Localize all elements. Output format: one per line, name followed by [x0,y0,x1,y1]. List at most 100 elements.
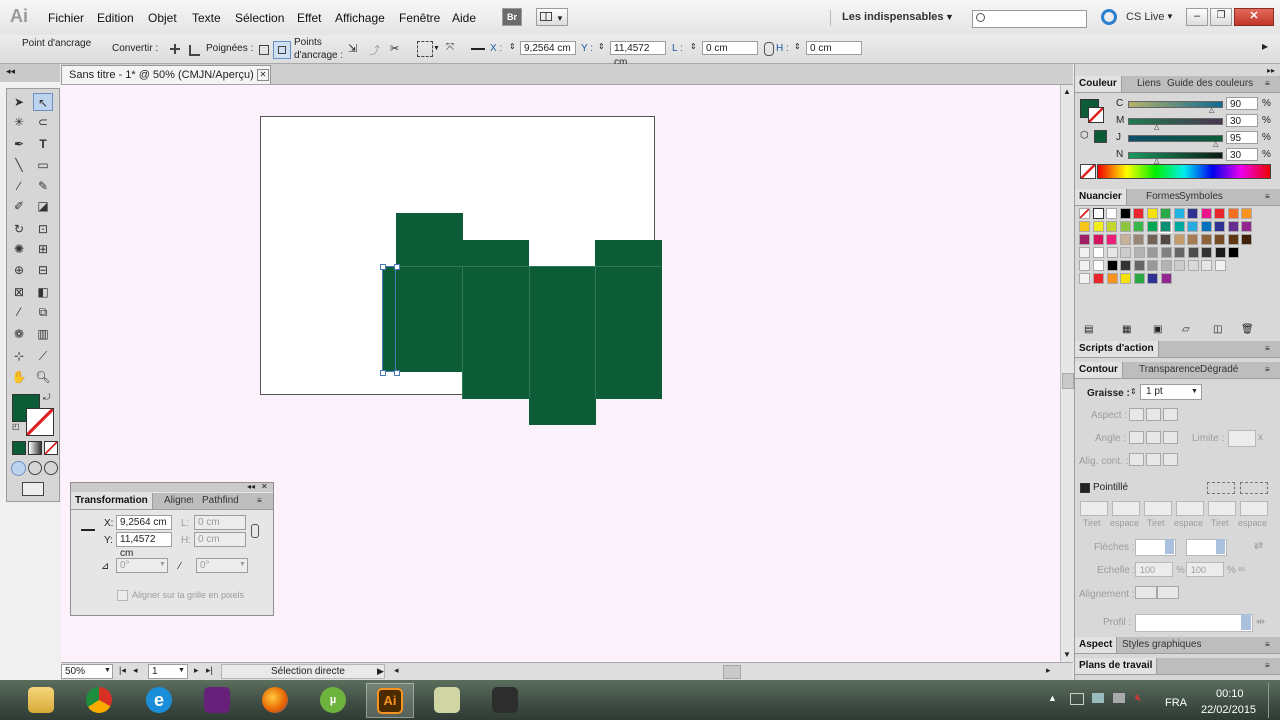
anchor-point[interactable] [380,264,386,270]
join-bevel-icon[interactable] [1163,431,1178,444]
scroll-up-icon[interactable]: ▲ [1063,87,1071,96]
swatch[interactable] [1227,208,1239,219]
line-tool-icon[interactable]: ╲ [9,156,29,174]
x-input[interactable]: 9,2564 cm [520,41,576,55]
bridge-button[interactable]: Br [502,8,522,26]
dash-preserve-icon[interactable] [1207,482,1235,494]
workspace-switcher[interactable]: Les indispensables [842,11,943,23]
width-input[interactable]: 0 cm [702,41,758,55]
clock-date[interactable]: 22/02/2015 [1201,704,1256,716]
slider-handle-icon[interactable]: △ [1209,106,1214,114]
align-outside-icon[interactable] [1163,453,1178,466]
swatch[interactable] [1133,221,1144,232]
swatch[interactable] [1201,260,1212,271]
swatch[interactable] [1241,221,1252,232]
chevron-down-icon[interactable]: ▼ [945,12,954,22]
arrange-documents-button[interactable]: ▼ [536,8,568,26]
swatch[interactable] [1119,208,1131,219]
menu-texte[interactable]: Texte [192,11,221,25]
tab-transformation[interactable]: Transformation [71,493,153,509]
next-artboard-icon[interactable]: ▸ [194,665,199,676]
align-inside-icon[interactable] [1146,453,1161,466]
swatch[interactable] [1160,273,1172,284]
document-tab[interactable]: Sans titre - 1* @ 50% (CMJN/Aperçu) ✕ [61,65,271,84]
slider-handle-icon[interactable]: △ [1213,140,1218,148]
default-colors-icon[interactable]: ◰ [12,422,20,431]
swatch[interactable] [1241,234,1252,245]
column-graph-tool-icon[interactable]: ▥ [33,325,53,343]
swatch[interactable] [1147,273,1158,284]
panel-menu-icon[interactable]: ≡ [1265,79,1270,88]
swatch-kinds-icon[interactable]: ▦ [1122,324,1131,335]
tab-nuancier[interactable]: Nuancier [1075,189,1127,205]
swap-arrows-icon[interactable]: ⇄ [1254,539,1263,552]
taskbar-app-visual-studio[interactable] [194,683,242,718]
link-proportions-icon[interactable] [251,524,259,538]
weight-stepper[interactable]: ⇕ [1130,387,1137,396]
chevron-down-icon[interactable] [1165,539,1174,554]
gap-3-input[interactable] [1240,501,1268,516]
panel-menu-icon[interactable]: ▸ [1262,39,1268,53]
hand-tool-icon[interactable]: ✋ [9,368,29,386]
cap-square-icon[interactable] [1163,408,1178,421]
hide-handles-icon[interactable] [273,41,291,59]
swatch[interactable] [1214,208,1225,219]
draw-behind-icon[interactable] [28,461,42,475]
swatch-group-icon[interactable] [1079,273,1090,284]
reference-point-icon[interactable] [471,48,485,50]
align-selection-icon[interactable]: ⤧ [446,42,460,56]
swatch[interactable] [1119,221,1131,232]
swatch[interactable] [1173,221,1185,232]
eraser-tool-icon[interactable]: ◪ [33,197,53,215]
collapse-icon[interactable]: ◂◂ [6,66,15,77]
anchor-point[interactable] [380,370,386,376]
cap-round-icon[interactable] [1146,408,1161,421]
type-tool-icon[interactable]: T [33,135,53,153]
arrow-tip-extend-icon[interactable] [1135,586,1157,599]
swatch[interactable] [1106,208,1117,219]
swatch[interactable] [1227,221,1239,232]
eyedropper-tool-icon[interactable]: ⁄ [9,303,29,321]
link-scale-icon[interactable]: ∞ [1238,564,1245,575]
cs-live-menu[interactable]: CS Live [1126,11,1165,23]
minimize-button[interactable]: – [1186,8,1208,26]
shape-builder-tool-icon[interactable]: ⊕ [9,261,29,279]
swatch[interactable] [1187,260,1199,271]
anchor-point[interactable] [394,370,400,376]
x-stepper[interactable]: ⇕ [509,42,516,51]
swap-colors-icon[interactable]: ⤾ [43,392,51,403]
swatch[interactable] [1092,208,1104,219]
perspective-grid-tool-icon[interactable]: ⊟ [33,261,53,279]
gradient-mode-icon[interactable] [28,441,42,455]
collapse-icon[interactable]: ◂◂ [247,482,255,491]
swatch[interactable] [1200,221,1212,232]
taskbar-app-ie[interactable]: e [136,683,184,718]
black-slider[interactable] [1128,152,1223,159]
rotate-tool-icon[interactable]: ↻ [9,220,29,238]
pixel-grid-checkbox[interactable] [117,590,128,601]
swatch[interactable] [1106,221,1117,232]
swatch[interactable] [1120,273,1131,284]
limit-input[interactable] [1228,430,1256,447]
swatch[interactable] [1227,234,1239,245]
delete-swatch-icon[interactable]: 🗑︎ [1241,324,1254,335]
tab-transparence[interactable]: Transparence [1135,362,1204,378]
tab-degrade[interactable]: Dégradé [1196,362,1242,378]
menu-fenetre[interactable]: Fenêtre [399,11,440,25]
swatch[interactable] [1214,260,1226,271]
none-color-icon[interactable] [1080,164,1096,179]
blend-tool-icon[interactable]: ⧉ [33,303,53,321]
swatch[interactable] [1200,234,1212,245]
swatch[interactable] [1174,247,1185,258]
profile-select[interactable] [1135,614,1253,632]
none-mode-icon[interactable] [44,441,58,455]
blob-brush-tool-icon[interactable]: ✐ [9,197,29,215]
yellow-slider[interactable] [1128,135,1223,142]
vertical-scrollbar[interactable]: ▲ ▼ [1060,85,1074,662]
scale-tool-icon[interactable]: ⊡ [33,220,53,238]
swatch[interactable] [1147,247,1158,258]
tray-battery-icon[interactable] [1113,693,1125,703]
scale-start-input[interactable]: 100 [1135,562,1173,577]
chevron-down-icon[interactable] [1216,539,1225,554]
magenta-slider[interactable] [1128,118,1223,125]
